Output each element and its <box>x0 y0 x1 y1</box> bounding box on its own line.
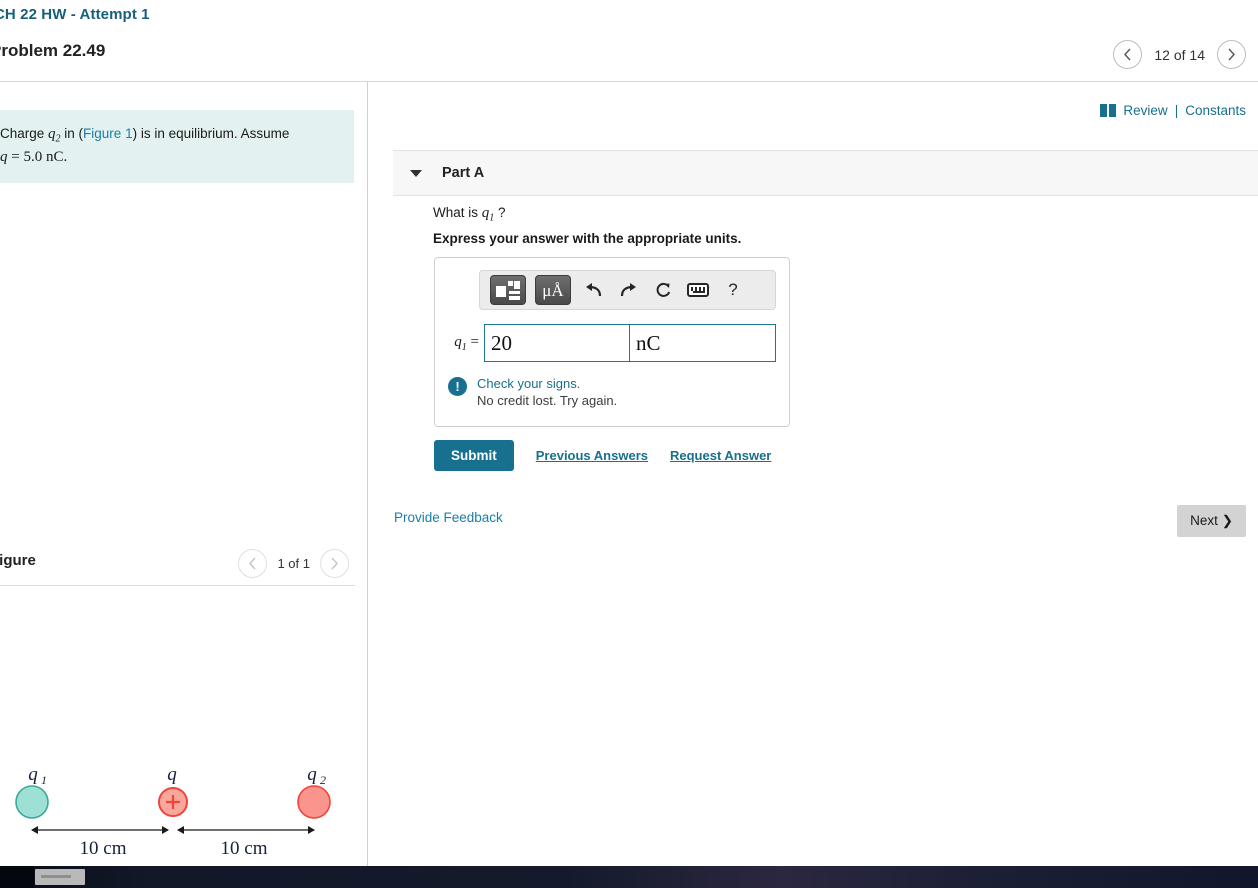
figure-pager: 1 of 1 <box>238 549 349 578</box>
svg-text:2: 2 <box>320 773 326 787</box>
review-link[interactable]: Review <box>1123 103 1167 118</box>
next-problem-button[interactable] <box>1217 40 1246 69</box>
chevron-right-icon <box>1228 48 1235 60</box>
svg-text:10 cm: 10 cm <box>221 838 268 859</box>
statement-q-var: q <box>0 149 8 166</box>
next-button-label: Next <box>1190 513 1218 528</box>
statement-prefix: Charge <box>0 126 49 141</box>
svg-text:10 cm: 10 cm <box>80 838 127 859</box>
answer-input-row: q1 = <box>448 324 776 362</box>
svg-text:1: 1 <box>41 773 47 787</box>
answer-label-eq: = <box>466 333 479 350</box>
statement-suffix: ) is in equilibrium. Assume <box>132 126 290 141</box>
chevron-left-icon <box>1124 48 1131 60</box>
template-button[interactable] <box>490 275 526 305</box>
svg-text:q: q <box>307 764 317 785</box>
taskbar-left-region <box>0 866 34 888</box>
caret-down-icon[interactable] <box>410 169 422 177</box>
reset-circular-arrow <box>656 282 670 297</box>
feedback-message: ! Check your signs. No credit lost. Try … <box>448 376 776 410</box>
review-constants-row: Review | Constants <box>1100 103 1246 118</box>
statement-q-eq: = 5.0 <box>7 149 46 166</box>
feedback-line-1: Check your signs. <box>477 376 581 391</box>
figure-divider <box>0 585 355 586</box>
page-title: Problem 22.49 <box>0 41 106 60</box>
mastering-physics-page: CH 22 HW - Attempt 1 Problem 22.49 12 of… <box>0 0 1258 888</box>
review-separator: | <box>1174 103 1179 118</box>
units-button[interactable]: μÅ <box>535 275 571 305</box>
prev-figure-button[interactable] <box>238 549 268 578</box>
keyboard-icon[interactable] <box>685 277 711 303</box>
statement-middle: in ( <box>60 126 84 141</box>
svg-text:q: q <box>28 764 38 785</box>
course-title: CH 22 HW - Attempt 1 <box>0 6 150 23</box>
statement-q-end: . <box>63 149 68 166</box>
next-button[interactable]: Next ❯ <box>1177 505 1246 537</box>
help-icon[interactable]: ? <box>720 277 746 303</box>
question-text: What is q1 ? <box>433 205 506 224</box>
figure-diagram[interactable]: q 1 q q 2 10 cm 10 cm <box>0 602 367 882</box>
chevron-right-icon: ❯ <box>1221 513 1233 528</box>
template-icon <box>496 280 520 300</box>
answer-actions: Submit Previous Answers Request Answer <box>434 440 771 471</box>
next-figure-button[interactable] <box>320 549 349 578</box>
statement-q-unit: nC <box>45 149 64 166</box>
prev-problem-button[interactable] <box>1113 40 1143 69</box>
previous-answers-link[interactable]: Previous Answers <box>536 448 648 463</box>
figure-1-link[interactable]: Figure 1 <box>83 126 133 141</box>
constants-link[interactable]: Constants <box>1185 103 1246 118</box>
figure-header: Figure 1 of 1 <box>0 547 367 589</box>
provide-feedback-link[interactable]: Provide Feedback <box>394 510 503 525</box>
answer-toolbar: μÅ ? <box>479 270 776 310</box>
redo-arrow <box>620 282 636 296</box>
alert-icon: ! <box>448 377 467 396</box>
chevron-right-icon <box>331 557 338 569</box>
undo-arrow <box>585 282 601 296</box>
svg-text:q: q <box>167 764 177 785</box>
charge-equilibrium-diagram: q 1 q q 2 10 cm 10 cm <box>15 764 331 859</box>
redo-icon[interactable] <box>615 277 641 303</box>
feedback-line-2: No credit lost. Try again. <box>477 392 618 408</box>
answer-card: μÅ ? q1 = 20 nC ! Check your signs. No c… <box>434 257 790 427</box>
problem-pager-label: 12 of 14 <box>1154 46 1205 63</box>
answer-label-symbol: q <box>454 333 462 350</box>
os-taskbar[interactable] <box>0 866 1258 888</box>
chevron-left-icon <box>249 557 256 569</box>
feedback-text: Check your signs. No credit lost. Try ag… <box>477 376 617 410</box>
help-label: ? <box>728 280 738 299</box>
figure-title: Figure <box>0 552 36 569</box>
answer-field-label: q1 = <box>448 334 479 353</box>
answer-value-input[interactable] <box>484 324 630 362</box>
instruction-text: Express your answer with the appropriate… <box>433 231 742 246</box>
submit-button[interactable]: Submit <box>434 440 514 471</box>
question-suffix: ? <box>494 205 506 220</box>
right-panel: Review | Constants Part A What is q1 ? E… <box>368 82 1258 866</box>
answer-unit-input[interactable] <box>630 324 776 362</box>
part-a-header[interactable]: Part A <box>393 150 1258 196</box>
taskbar-window-thumbnail[interactable] <box>35 869 85 885</box>
problem-statement-box: Charge q2 in (Figure 1) is in equilibriu… <box>0 110 354 183</box>
problem-statement-text: Charge q2 in (Figure 1) is in equilibriu… <box>0 124 342 169</box>
request-answer-link[interactable]: Request Answer <box>670 448 771 463</box>
undo-icon[interactable] <box>580 277 606 303</box>
left-panel: Charge q2 in (Figure 1) is in equilibriu… <box>0 82 367 866</box>
problem-pager: 12 of 14 <box>1113 40 1246 69</box>
statement-charge-symbol: q <box>48 126 56 142</box>
book-icon <box>1100 104 1117 117</box>
figure-pager-label: 1 of 1 <box>277 556 310 571</box>
units-button-label: μÅ <box>542 280 564 300</box>
reset-icon[interactable] <box>650 277 676 303</box>
part-a-label: Part A <box>442 165 485 181</box>
question-prefix: What is <box>433 205 482 220</box>
